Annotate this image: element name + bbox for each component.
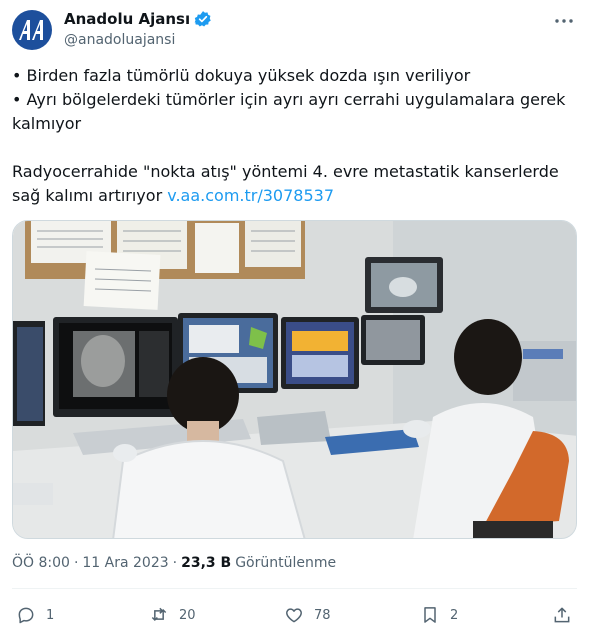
like-count: 78 [314, 607, 331, 623]
repost-button[interactable]: 20 [149, 600, 196, 630]
repost-count: 20 [179, 607, 196, 623]
account-name[interactable]: Anadolu Ajansı [64, 10, 190, 28]
avatar[interactable] [12, 10, 52, 50]
tweet-photo[interactable] [12, 220, 577, 539]
bookmark-count: 2 [450, 607, 459, 623]
like-button[interactable]: 78 [284, 600, 331, 630]
meta-separator: · [73, 555, 79, 571]
tweet-bullet-2: • Ayrı bölgelerdeki tümörler için ayrı a… [12, 90, 566, 133]
tweet-date[interactable]: 11 Ara 2023 [82, 555, 168, 571]
repost-icon [151, 607, 167, 622]
account-name-row[interactable]: Anadolu Ajansı [64, 10, 212, 28]
bookmark-icon [424, 607, 436, 623]
reply-count: 1 [46, 607, 55, 623]
verified-badge-icon [194, 10, 212, 28]
aa-logo-icon [19, 20, 43, 40]
tweet-text: • Birden fazla tümörlü dokuya yüksek doz… [12, 64, 577, 208]
tweet-link[interactable]: v.aa.com.tr/3078537 [167, 186, 334, 205]
account-handle[interactable]: @anadoluajansi [64, 32, 175, 48]
share-icon [554, 607, 570, 623]
share-button[interactable] [552, 600, 572, 630]
reply-icon [18, 607, 34, 624]
action-bar: 1 20 78 2 [12, 600, 577, 630]
more-options-icon[interactable] [553, 10, 575, 32]
bookmark-button[interactable]: 2 [420, 600, 458, 630]
tweet-time[interactable]: ÖÖ 8:00 [12, 555, 70, 571]
tweet-headline: Radyocerrahide "nokta atış" yöntemi 4. e… [12, 160, 577, 208]
tweet-bullet-1: • Birden fazla tümörlü dokuya yüksek doz… [12, 66, 471, 85]
views-count: 23,3 B [181, 555, 232, 571]
meta-separator-2: · [172, 555, 178, 571]
heart-icon [286, 608, 302, 623]
divider [12, 588, 577, 589]
views-label: Görüntülenme [235, 555, 337, 571]
tweet-meta: ÖÖ 8:00 · 11 Ara 2023 · 23,3 B Görüntüle… [12, 555, 336, 571]
radiotherapy-control-room-image [13, 221, 576, 538]
reply-button[interactable]: 1 [16, 600, 54, 630]
